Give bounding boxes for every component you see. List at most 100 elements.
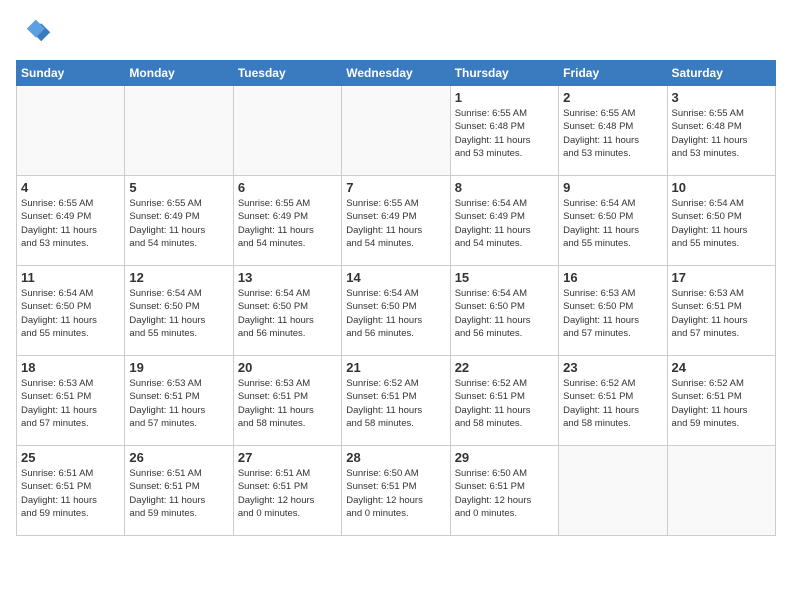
calendar-cell: 1 Sunrise: 6:55 AM Sunset: 6:48 PM Daylig…	[450, 86, 558, 176]
calendar-cell: 29 Sunrise: 6:50 AM Sunset: 6:51 PM Dayli…	[450, 446, 558, 536]
day-number: 27	[238, 450, 337, 465]
day-number: 24	[672, 360, 771, 375]
calendar-cell: 22Sunrise: 6:52 AM Sunset: 6:51 PM Dayli…	[450, 356, 558, 446]
day-number: 21	[346, 360, 445, 375]
day-info: Sunrise: 6:54 AM Sunset: 6:50 PM Dayligh…	[455, 287, 554, 340]
calendar-cell: 4 Sunrise: 6:55 AM Sunset: 6:49 PM Daylig…	[17, 176, 125, 266]
day-info: Sunrise: 6:52 AM Sunset: 6:51 PM Dayligh…	[563, 377, 662, 430]
calendar-cell: 8 Sunrise: 6:54 AM Sunset: 6:49 PM Daylig…	[450, 176, 558, 266]
calendar-cell: 9Sunrise: 6:54 AM Sunset: 6:50 PM Daylig…	[559, 176, 667, 266]
calendar-cell: 20 Sunrise: 6:53 AM Sunset: 6:51 PM Dayli…	[233, 356, 341, 446]
day-number: 1	[455, 90, 554, 105]
calendar-cell: 10 Sunrise: 6:54 AM Sunset: 6:50 PM Dayli…	[667, 176, 775, 266]
day-number: 7	[346, 180, 445, 195]
day-info: Sunrise: 6:55 AM Sunset: 6:49 PM Dayligh…	[21, 197, 120, 250]
calendar-cell: 26 Sunrise: 6:51 AM Sunset: 6:51 PM Dayli…	[125, 446, 233, 536]
day-info: Sunrise: 6:53 AM Sunset: 6:51 PM Dayligh…	[238, 377, 337, 430]
day-number: 14	[346, 270, 445, 285]
col-header-monday: Monday	[125, 61, 233, 86]
day-info: Sunrise: 6:55 AM Sunset: 6:48 PM Dayligh…	[455, 107, 554, 160]
calendar-cell: 6 Sunrise: 6:55 AM Sunset: 6:49 PM Daylig…	[233, 176, 341, 266]
day-number: 17	[672, 270, 771, 285]
day-info: Sunrise: 6:55 AM Sunset: 6:48 PM Dayligh…	[672, 107, 771, 160]
day-info: Sunrise: 6:54 AM Sunset: 6:49 PM Dayligh…	[455, 197, 554, 250]
calendar-cell: 27Sunrise: 6:51 AM Sunset: 6:51 PM Dayli…	[233, 446, 341, 536]
col-header-friday: Friday	[559, 61, 667, 86]
day-number: 4	[21, 180, 120, 195]
day-number: 15	[455, 270, 554, 285]
calendar-cell: 13 Sunrise: 6:54 AM Sunset: 6:50 PM Dayli…	[233, 266, 341, 356]
logo-icon	[16, 16, 52, 52]
day-info: Sunrise: 6:50 AM Sunset: 6:51 PM Dayligh…	[346, 467, 445, 520]
day-info: Sunrise: 6:51 AM Sunset: 6:51 PM Dayligh…	[21, 467, 120, 520]
day-info: Sunrise: 6:53 AM Sunset: 6:51 PM Dayligh…	[129, 377, 228, 430]
day-number: 16	[563, 270, 662, 285]
day-number: 12	[129, 270, 228, 285]
day-info: Sunrise: 6:55 AM Sunset: 6:49 PM Dayligh…	[129, 197, 228, 250]
day-number: 28	[346, 450, 445, 465]
day-info: Sunrise: 6:54 AM Sunset: 6:50 PM Dayligh…	[672, 197, 771, 250]
day-number: 2	[563, 90, 662, 105]
calendar-cell	[559, 446, 667, 536]
day-number: 23	[563, 360, 662, 375]
day-number: 20	[238, 360, 337, 375]
day-number: 8	[455, 180, 554, 195]
calendar-cell	[125, 86, 233, 176]
calendar-cell	[667, 446, 775, 536]
calendar-cell	[17, 86, 125, 176]
col-header-thursday: Thursday	[450, 61, 558, 86]
calendar-cell: 2 Sunrise: 6:55 AM Sunset: 6:48 PM Daylig…	[559, 86, 667, 176]
calendar-cell: 21 Sunrise: 6:52 AM Sunset: 6:51 PM Dayli…	[342, 356, 450, 446]
day-info: Sunrise: 6:54 AM Sunset: 6:50 PM Dayligh…	[238, 287, 337, 340]
day-info: Sunrise: 6:52 AM Sunset: 6:51 PM Dayligh…	[672, 377, 771, 430]
day-info: Sunrise: 6:54 AM Sunset: 6:50 PM Dayligh…	[346, 287, 445, 340]
calendar-cell: 15 Sunrise: 6:54 AM Sunset: 6:50 PM Dayli…	[450, 266, 558, 356]
day-info: Sunrise: 6:55 AM Sunset: 6:49 PM Dayligh…	[346, 197, 445, 250]
day-number: 10	[672, 180, 771, 195]
calendar-cell: 11 Sunrise: 6:54 AM Sunset: 6:50 PM Dayli…	[17, 266, 125, 356]
day-number: 5	[129, 180, 228, 195]
day-info: Sunrise: 6:52 AM Sunset: 6:51 PM Dayligh…	[455, 377, 554, 430]
calendar-cell: 3 Sunrise: 6:55 AM Sunset: 6:48 PM Daylig…	[667, 86, 775, 176]
day-info: Sunrise: 6:54 AM Sunset: 6:50 PM Dayligh…	[129, 287, 228, 340]
day-info: Sunrise: 6:55 AM Sunset: 6:49 PM Dayligh…	[238, 197, 337, 250]
col-header-wednesday: Wednesday	[342, 61, 450, 86]
calendar-cell: 28 Sunrise: 6:50 AM Sunset: 6:51 PM Dayli…	[342, 446, 450, 536]
day-info: Sunrise: 6:53 AM Sunset: 6:50 PM Dayligh…	[563, 287, 662, 340]
calendar-cell	[342, 86, 450, 176]
day-number: 25	[21, 450, 120, 465]
logo	[16, 16, 56, 52]
day-info: Sunrise: 6:55 AM Sunset: 6:48 PM Dayligh…	[563, 107, 662, 160]
day-number: 3	[672, 90, 771, 105]
day-info: Sunrise: 6:52 AM Sunset: 6:51 PM Dayligh…	[346, 377, 445, 430]
day-info: Sunrise: 6:51 AM Sunset: 6:51 PM Dayligh…	[129, 467, 228, 520]
calendar-cell: 7 Sunrise: 6:55 AM Sunset: 6:49 PM Daylig…	[342, 176, 450, 266]
day-info: Sunrise: 6:50 AM Sunset: 6:51 PM Dayligh…	[455, 467, 554, 520]
page-header	[16, 16, 776, 52]
calendar-cell: 24 Sunrise: 6:52 AM Sunset: 6:51 PM Dayli…	[667, 356, 775, 446]
calendar-cell: 5 Sunrise: 6:55 AM Sunset: 6:49 PM Daylig…	[125, 176, 233, 266]
col-header-sunday: Sunday	[17, 61, 125, 86]
day-number: 6	[238, 180, 337, 195]
calendar-cell: 17 Sunrise: 6:53 AM Sunset: 6:51 PM Dayli…	[667, 266, 775, 356]
calendar-cell: 25 Sunrise: 6:51 AM Sunset: 6:51 PM Dayli…	[17, 446, 125, 536]
day-info: Sunrise: 6:53 AM Sunset: 6:51 PM Dayligh…	[672, 287, 771, 340]
calendar-cell: 19 Sunrise: 6:53 AM Sunset: 6:51 PM Dayli…	[125, 356, 233, 446]
calendar-cell: 14 Sunrise: 6:54 AM Sunset: 6:50 PM Dayli…	[342, 266, 450, 356]
calendar-cell: 23 Sunrise: 6:52 AM Sunset: 6:51 PM Dayli…	[559, 356, 667, 446]
day-number: 9	[563, 180, 662, 195]
day-number: 29	[455, 450, 554, 465]
calendar-cell: 16 Sunrise: 6:53 AM Sunset: 6:50 PM Dayli…	[559, 266, 667, 356]
col-header-saturday: Saturday	[667, 61, 775, 86]
calendar-cell: 12 Sunrise: 6:54 AM Sunset: 6:50 PM Dayli…	[125, 266, 233, 356]
day-info: Sunrise: 6:53 AM Sunset: 6:51 PM Dayligh…	[21, 377, 120, 430]
day-number: 11	[21, 270, 120, 285]
day-number: 13	[238, 270, 337, 285]
day-info: Sunrise: 6:54 AM Sunset: 6:50 PM Dayligh…	[21, 287, 120, 340]
calendar-table: SundayMondayTuesdayWednesdayThursdayFrid…	[16, 60, 776, 536]
col-header-tuesday: Tuesday	[233, 61, 341, 86]
day-number: 26	[129, 450, 228, 465]
day-number: 19	[129, 360, 228, 375]
calendar-cell	[233, 86, 341, 176]
day-number: 18	[21, 360, 120, 375]
